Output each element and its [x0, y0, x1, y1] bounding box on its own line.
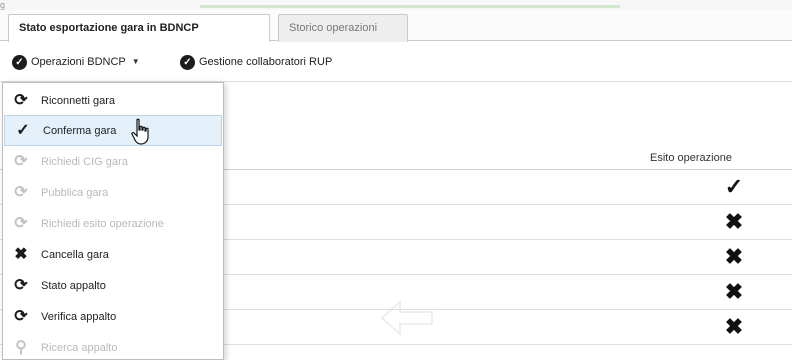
refresh-icon: ⟳ — [14, 307, 28, 325]
tab-bar: Stato esportazione gara in BDNCP Storico… — [0, 10, 792, 43]
x-icon: ✖ — [14, 245, 28, 263]
tab-stato-esportazione[interactable]: Stato esportazione gara in BDNCP — [8, 14, 270, 43]
menu-item-richiedi-cig-gara[interactable]: ⟳ Richiedi CIG gara — [3, 146, 223, 177]
operazioni-bdncp-label: Operazioni BDNCP — [31, 56, 126, 68]
check-circle-icon: ✓ — [12, 54, 27, 70]
status-column-header: Esito operazione — [650, 152, 732, 164]
search-icon: ⚲ — [15, 338, 27, 356]
menu-item-label: Cancella gara — [41, 248, 109, 261]
success-check-icon: ✓ — [724, 174, 744, 199]
menu-item-pubblica-gara[interactable]: ⟳ Pubblica gara — [3, 177, 223, 208]
menu-item-conferma-gara[interactable]: ✓ Conferma gara — [4, 115, 222, 146]
failure-x-icon: ✖ — [724, 244, 744, 269]
refresh-icon: ⟳ — [14, 214, 28, 232]
refresh-icon: ⟳ — [14, 91, 28, 109]
failure-x-icon: ✖ — [724, 279, 744, 304]
refresh-icon: ⟳ — [14, 276, 28, 294]
menu-item-stato-appalto[interactable]: ⟳ Stato appalto — [3, 270, 223, 301]
menu-item-verifica-appalto[interactable]: ⟳ Verifica appalto — [3, 301, 223, 332]
arrow-watermark-icon — [380, 299, 433, 337]
gestione-collaboratori-button[interactable]: ✓ Gestione collaboratori RUP — [180, 53, 332, 71]
top-strip: g — [0, 0, 792, 10]
menu-item-label: Stato appalto — [41, 279, 106, 292]
operazioni-dropdown-menu: ⟳ Riconnetti gara ✓ Conferma gara ⟳ Rich… — [2, 82, 224, 360]
menu-item-label: Verifica appalto — [41, 310, 117, 323]
tab-storico-operazioni[interactable]: Storico operazioni — [278, 14, 408, 42]
gestione-collaboratori-label: Gestione collaboratori RUP — [199, 56, 333, 68]
menu-item-label: Riconnetti gara — [41, 94, 115, 107]
menu-item-cancella-gara[interactable]: ✖ Cancella gara — [3, 239, 223, 270]
failure-x-icon: ✖ — [724, 314, 744, 339]
failure-x-icon: ✖ — [724, 209, 744, 234]
hand-cursor-icon — [131, 118, 149, 145]
menu-item-label: Richiedi CIG gara — [41, 155, 128, 168]
check-circle-icon: ✓ — [180, 54, 195, 70]
top-strip-fragment: g — [0, 0, 6, 10]
menu-item-ricerca-appalto[interactable]: ⚲ Ricerca appalto — [3, 332, 223, 360]
caret-down-icon: ▼ — [131, 57, 140, 66]
refresh-icon: ⟳ — [14, 183, 28, 201]
menu-item-label: Richiedi esito operazione — [41, 217, 164, 230]
menu-item-label: Ricerca appalto — [41, 341, 118, 354]
check-icon: ✓ — [16, 121, 30, 139]
menu-item-riconnetti-gara[interactable]: ⟳ Riconnetti gara — [3, 85, 223, 116]
operazioni-bdncp-button[interactable]: ✓ Operazioni BDNCP ▼ — [12, 53, 140, 71]
refresh-icon: ⟳ — [14, 152, 28, 170]
menu-item-label: Pubblica gara — [41, 186, 109, 199]
menu-item-richiedi-esito[interactable]: ⟳ Richiedi esito operazione — [3, 208, 223, 239]
top-accent-bar — [200, 5, 620, 8]
menu-item-label: Conferma gara — [43, 124, 117, 137]
toolbar: ✓ Operazioni BDNCP ▼ ✓ Gestione collabor… — [0, 42, 792, 82]
